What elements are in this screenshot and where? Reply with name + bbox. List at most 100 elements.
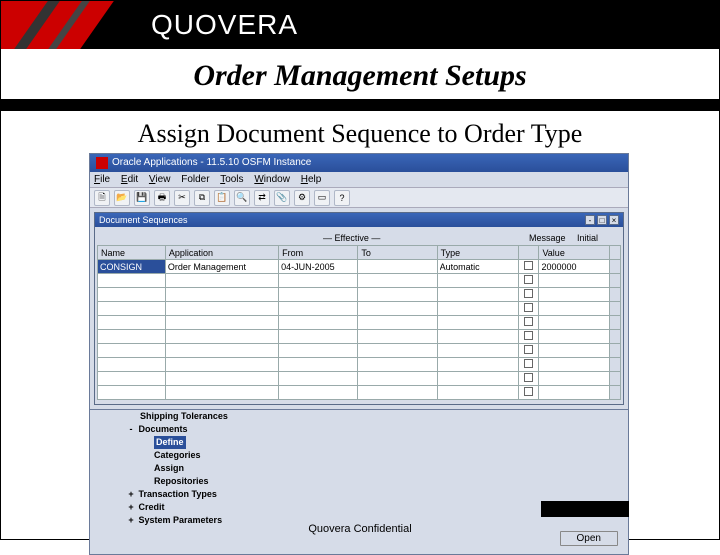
close-button[interactable]: ×	[609, 215, 619, 225]
message-checkbox[interactable]	[519, 288, 539, 302]
col-type[interactable]: Type	[437, 246, 519, 260]
application-cell[interactable]	[166, 372, 278, 385]
application-cell[interactable]	[166, 386, 278, 399]
table-row[interactable]	[98, 358, 621, 372]
maximize-button[interactable]: □	[597, 215, 607, 225]
inner-titlebar[interactable]: Document Sequences - □ ×	[95, 213, 623, 227]
name-cell[interactable]	[98, 302, 165, 315]
name-cell[interactable]	[98, 386, 165, 399]
application-cell[interactable]	[166, 302, 278, 315]
table-row[interactable]	[98, 344, 621, 358]
application-cell[interactable]	[166, 358, 278, 371]
type-cell[interactable]	[438, 386, 519, 399]
message-checkbox[interactable]	[519, 372, 539, 386]
application-cell[interactable]	[166, 316, 278, 329]
app-titlebar[interactable]: Oracle Applications - 11.5.10 OSFM Insta…	[90, 154, 628, 172]
application-cell[interactable]	[166, 330, 278, 343]
table-row[interactable]	[98, 260, 621, 274]
to-cell[interactable]	[358, 344, 436, 357]
from-cell[interactable]	[279, 344, 357, 357]
nav-item[interactable]: + Transaction Types	[126, 488, 628, 501]
tb-copy-icon[interactable]: ⧉	[194, 190, 210, 206]
name-cell[interactable]	[98, 372, 165, 385]
col-name[interactable]: Name	[98, 246, 166, 260]
initial-value-cell[interactable]	[539, 344, 608, 357]
type-cell[interactable]	[438, 316, 519, 329]
message-checkbox[interactable]	[519, 386, 539, 400]
menu-view[interactable]: View	[149, 174, 171, 185]
to-cell[interactable]	[358, 386, 436, 399]
initial-value-cell[interactable]	[539, 316, 608, 329]
tb-save-icon[interactable]: 💾	[134, 190, 150, 206]
name-cell[interactable]	[98, 344, 165, 357]
from-cell[interactable]	[279, 358, 357, 371]
type-cell[interactable]	[438, 274, 519, 287]
table-row[interactable]	[98, 274, 621, 288]
application-cell[interactable]	[166, 288, 278, 301]
to-cell[interactable]	[358, 372, 436, 385]
table-row[interactable]	[98, 330, 621, 344]
message-checkbox[interactable]	[519, 316, 539, 330]
message-checkbox[interactable]	[519, 302, 539, 316]
initial-value-cell[interactable]	[539, 330, 608, 343]
from-cell[interactable]	[279, 316, 357, 329]
col-from[interactable]: From	[279, 246, 358, 260]
nav-item[interactable]: Shipping Tolerances	[126, 410, 628, 423]
name-cell[interactable]	[98, 316, 165, 329]
name-cell[interactable]	[98, 260, 165, 273]
table-row[interactable]	[98, 316, 621, 330]
nav-item[interactable]: Categories	[126, 449, 628, 462]
name-cell[interactable]	[98, 358, 165, 371]
tb-help-icon[interactable]: ?	[334, 190, 350, 206]
menu-folder[interactable]: Folder	[181, 174, 209, 185]
message-checkbox[interactable]	[519, 274, 539, 288]
type-cell[interactable]	[438, 302, 519, 315]
from-cell[interactable]	[279, 330, 357, 343]
to-cell[interactable]	[358, 260, 436, 273]
tb-attach-icon[interactable]: 📎	[274, 190, 290, 206]
menu-tools[interactable]: Tools	[220, 174, 243, 185]
from-cell[interactable]	[279, 260, 357, 273]
from-cell[interactable]	[279, 372, 357, 385]
col-to[interactable]: To	[358, 246, 437, 260]
menu-edit[interactable]: Edit	[121, 174, 138, 185]
nav-item[interactable]: Define	[126, 436, 628, 449]
message-checkbox[interactable]	[519, 344, 539, 358]
name-cell[interactable]	[98, 288, 165, 301]
message-checkbox[interactable]	[519, 330, 539, 344]
type-cell[interactable]	[438, 344, 519, 357]
initial-value-cell[interactable]	[539, 260, 608, 273]
name-cell[interactable]	[98, 274, 165, 287]
initial-value-cell[interactable]	[539, 358, 608, 371]
tb-folder-icon[interactable]: ▭	[314, 190, 330, 206]
menu-file[interactable]: File	[94, 174, 110, 185]
from-cell[interactable]	[279, 302, 357, 315]
name-cell[interactable]	[98, 330, 165, 343]
tb-print-icon[interactable]: 🖶	[154, 190, 170, 206]
tb-open-icon[interactable]: 📂	[114, 190, 130, 206]
from-cell[interactable]	[279, 274, 357, 287]
nav-item[interactable]: - Documents	[126, 423, 628, 436]
to-cell[interactable]	[358, 358, 436, 371]
type-cell[interactable]	[438, 358, 519, 371]
table-row[interactable]	[98, 386, 621, 400]
initial-value-cell[interactable]	[539, 302, 608, 315]
application-cell[interactable]	[166, 260, 278, 273]
application-cell[interactable]	[166, 274, 278, 287]
from-cell[interactable]	[279, 288, 357, 301]
from-cell[interactable]	[279, 386, 357, 399]
menu-window[interactable]: Window	[254, 174, 290, 185]
col-initial[interactable]: Value	[539, 246, 609, 260]
to-cell[interactable]	[358, 274, 436, 287]
to-cell[interactable]	[358, 288, 436, 301]
tb-tools-icon[interactable]: ⚙	[294, 190, 310, 206]
tb-new-icon[interactable]: 🗎	[94, 190, 110, 206]
type-cell[interactable]	[438, 288, 519, 301]
application-cell[interactable]	[166, 344, 278, 357]
nav-item[interactable]: Repositories	[126, 475, 628, 488]
table-row[interactable]	[98, 302, 621, 316]
nav-item[interactable]: Assign	[126, 462, 628, 475]
menu-help[interactable]: Help	[301, 174, 322, 185]
type-cell[interactable]	[438, 372, 519, 385]
col-application[interactable]: Application	[165, 246, 278, 260]
